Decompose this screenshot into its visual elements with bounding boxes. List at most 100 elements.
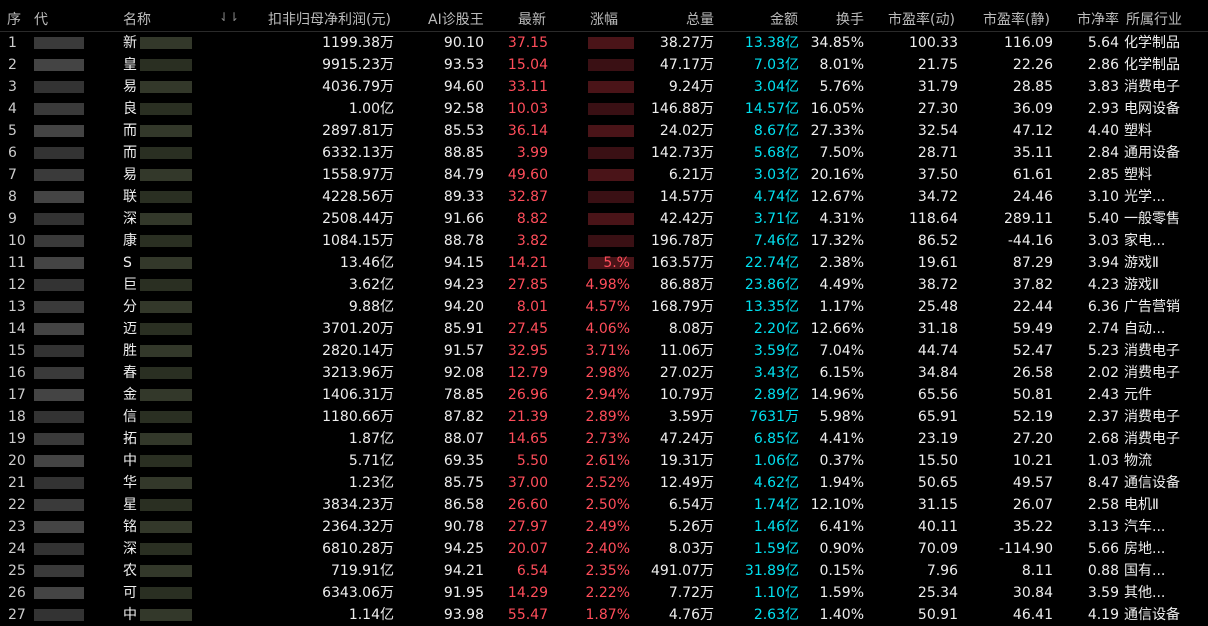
- cell-change: 2.40%: [585, 541, 630, 557]
- name-redacted: [140, 191, 192, 203]
- header-ai-score[interactable]: AI诊股王: [428, 9, 484, 29]
- cell-seq: 16: [8, 365, 26, 381]
- cell-turnover: 17.32%: [810, 233, 864, 249]
- cell-amount: 1.06亿: [753, 453, 799, 469]
- name-redacted: [140, 81, 192, 93]
- cell-latest: 6.54: [516, 563, 548, 579]
- cell-seq: 12: [8, 277, 26, 293]
- header-pe-static[interactable]: 市盈率(静): [983, 9, 1050, 29]
- table-row[interactable]: 3 易 4036.79万 94.60 33.11 9.24万 3.04亿 5.76% 31.79…: [0, 76, 1208, 98]
- cell-pe-static: 10.21: [1012, 453, 1053, 469]
- cell-net-profit: 1.23亿: [348, 475, 394, 491]
- cell-pe-dynamic: 118.64: [909, 211, 958, 227]
- cell-turnover: 34.85%: [810, 35, 864, 51]
- cell-net-profit: 1558.97万: [322, 167, 394, 183]
- table-row[interactable]: 19 拓 1.87亿 88.07 14.65 2.73% 47.24万 6.85亿 4.41% 2…: [0, 428, 1208, 450]
- cell-latest: 33.11: [507, 79, 548, 95]
- cell-amount: 8.67亿: [753, 123, 799, 139]
- cell-amount: 14.57亿: [744, 101, 799, 117]
- header-code[interactable]: 代: [34, 9, 48, 29]
- header-change[interactable]: 涨幅: [590, 9, 618, 29]
- cell-change: 5.%: [603, 255, 630, 271]
- header-industry[interactable]: 所属行业: [1126, 9, 1182, 29]
- change-redacted: [588, 169, 634, 181]
- cell-pe-static: 59.49: [1012, 321, 1053, 337]
- code-redacted: [34, 499, 84, 511]
- table-row[interactable]: 6 而 6332.13万 88.85 3.99 142.73万 5.68亿 7.50% 28.7…: [0, 142, 1208, 164]
- name-redacted: [140, 257, 192, 269]
- name-redacted: [140, 411, 192, 423]
- table-row[interactable]: 5 而 2897.81万 85.53 36.14 24.02万 8.67亿 27.33% 32.…: [0, 120, 1208, 142]
- header-name[interactable]: 名称: [123, 9, 151, 29]
- table-row[interactable]: 26 可 6343.06万 91.95 14.29 2.22% 7.72万 1.10亿 1.59…: [0, 582, 1208, 604]
- table-row[interactable]: 4 良 1.00亿 92.58 10.03 146.88万 14.57亿 16.05% 27.3…: [0, 98, 1208, 120]
- table-row[interactable]: 27 中 1.14亿 93.98 55.47 1.87% 4.76万 2.63亿 1.40% 50…: [0, 604, 1208, 626]
- table-row[interactable]: 11 S 13.46亿 94.15 14.21 5.% 163.57万 22.74亿 2.38%…: [0, 252, 1208, 274]
- cell-latest: 27.45: [507, 321, 548, 337]
- cell-latest: 3.99: [516, 145, 548, 161]
- cell-amount: 7.03亿: [753, 57, 799, 73]
- cell-name: 联: [123, 189, 137, 205]
- code-redacted: [34, 81, 84, 93]
- table-row[interactable]: 24 深 6810.28万 94.25 20.07 2.40% 8.03万 1.59亿 0.90…: [0, 538, 1208, 560]
- cell-pe-dynamic: 100.33: [909, 35, 958, 51]
- table-row[interactable]: 8 联 4228.56万 89.33 32.87 14.57万 4.74亿 12.67% 34.…: [0, 186, 1208, 208]
- cell-seq: 21: [8, 475, 26, 491]
- cell-turnover: 1.40%: [819, 607, 864, 623]
- cell-turnover: 12.66%: [810, 321, 864, 337]
- code-redacted: [34, 103, 84, 115]
- name-redacted: [140, 609, 192, 621]
- header-total-volume[interactable]: 总量: [686, 9, 714, 29]
- cell-amount: 13.35亿: [744, 299, 799, 315]
- table-row[interactable]: 21 华 1.23亿 85.75 37.00 2.52% 12.49万 4.62亿 1.94% 5…: [0, 472, 1208, 494]
- cell-industry: 光学...: [1124, 189, 1166, 205]
- cell-change: 3.71%: [585, 343, 630, 359]
- cell-pb: 2.58: [1087, 497, 1119, 513]
- table-row[interactable]: 23 铭 2364.32万 90.78 27.97 2.49% 5.26万 1.46亿 6.41…: [0, 516, 1208, 538]
- cell-ai-score: 94.25: [443, 541, 484, 557]
- table-row[interactable]: 14 迈 3701.20万 85.91 27.45 4.06% 8.08万 2.20亿 12.6…: [0, 318, 1208, 340]
- header-net-profit[interactable]: 扣非归母净利润(元): [268, 9, 391, 29]
- header-seq[interactable]: 序: [7, 9, 21, 29]
- cell-pe-static: -44.16: [1007, 233, 1053, 249]
- header-latest[interactable]: 最新: [518, 9, 546, 29]
- cell-seq: 23: [8, 519, 26, 535]
- table-row[interactable]: 1 新 1199.38万 90.10 37.15 38.27万 13.38亿 34.85% 10…: [0, 32, 1208, 54]
- table-row[interactable]: 25 农 719.91亿 94.21 6.54 2.35% 491.07万 31.89亿 0.1…: [0, 560, 1208, 582]
- cell-amount: 6.85亿: [753, 431, 799, 447]
- cell-total-volume: 19.31万: [659, 453, 714, 469]
- table-row[interactable]: 18 信 1180.66万 87.82 21.39 2.89% 3.59万 7631万 5.98…: [0, 406, 1208, 428]
- table-row[interactable]: 13 分 9.88亿 94.20 8.01 4.57% 168.79万 13.35亿 1.17%…: [0, 296, 1208, 318]
- cell-pe-dynamic: 40.11: [917, 519, 958, 535]
- header-turnover[interactable]: 换手: [836, 9, 864, 29]
- table-row[interactable]: 17 金 1406.31万 78.85 26.96 2.94% 10.79万 2.89亿 14.…: [0, 384, 1208, 406]
- header-pe-dynamic[interactable]: 市盈率(动): [888, 9, 955, 29]
- cell-pe-dynamic: 25.48: [917, 299, 958, 315]
- table-row[interactable]: 2 皇 9915.23万 93.53 15.04 47.17万 7.03亿 8.01% 21.7…: [0, 54, 1208, 76]
- table-row[interactable]: 7 易 1558.97万 84.79 49.60 6.21万 3.03亿 20.16% 37.5…: [0, 164, 1208, 186]
- cell-pb: 3.03: [1087, 233, 1119, 249]
- table-row[interactable]: 22 星 3834.23万 86.58 26.60 2.50% 6.54万 1.74亿 12.1…: [0, 494, 1208, 516]
- cell-turnover: 0.90%: [819, 541, 864, 557]
- table-row[interactable]: 10 康 1084.15万 88.78 3.82 196.78万 7.46亿 17.32% 86…: [0, 230, 1208, 252]
- cell-name: 中: [123, 607, 137, 623]
- header-amount[interactable]: 金额: [770, 9, 798, 29]
- sort-icon[interactable]: ⇃⇂: [219, 10, 239, 24]
- cell-change: 2.61%: [585, 453, 630, 469]
- cell-total-volume: 142.73万: [651, 145, 714, 161]
- table-row[interactable]: 9 深 2508.44万 91.66 8.82 42.42万 3.71亿 4.31% 118.6…: [0, 208, 1208, 230]
- cell-amount: 4.74亿: [753, 189, 799, 205]
- cell-ai-score: 91.66: [443, 211, 484, 227]
- cell-industry: 通信设备: [1124, 607, 1180, 623]
- table-row[interactable]: 12 巨 3.62亿 94.23 27.85 4.98% 86.88万 23.86亿 4.49%…: [0, 274, 1208, 296]
- header-pb[interactable]: 市净率: [1077, 9, 1119, 29]
- cell-net-profit: 6343.06万: [322, 585, 394, 601]
- table-row[interactable]: 16 春 3213.96万 92.08 12.79 2.98% 27.02万 3.43亿 6.1…: [0, 362, 1208, 384]
- table-row[interactable]: 15 胜 2820.14万 91.57 32.95 3.71% 11.06万 3.59亿 7.0…: [0, 340, 1208, 362]
- code-redacted: [34, 323, 84, 335]
- cell-turnover: 12.67%: [810, 189, 864, 205]
- cell-industry: 消费电子: [1124, 79, 1180, 95]
- table-row[interactable]: 20 中 5.71亿 69.35 5.50 2.61% 19.31万 1.06亿 0.37% 15…: [0, 450, 1208, 472]
- cell-net-profit: 1.00亿: [348, 101, 394, 117]
- code-redacted: [34, 257, 84, 269]
